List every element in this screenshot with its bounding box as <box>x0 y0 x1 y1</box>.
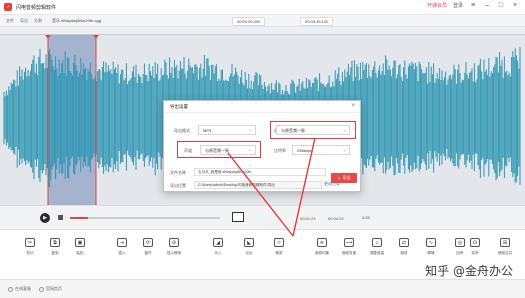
tool-label: 裁剪 <box>275 251 283 255</box>
login-button[interactable]: 登录 <box>453 2 463 9</box>
volume-icon: ♫ <box>372 238 382 247</box>
format-select[interactable]: MP3 ⌄ <box>198 125 256 135</box>
watermark: 知乎 @金舟办公 <box>425 264 513 278</box>
menu-split[interactable]: 分割 <box>34 18 42 24</box>
dialog-title: 导出设置 <box>170 103 188 109</box>
tool-label: 音频均衡 <box>314 251 330 255</box>
tool-label: 音频合并 <box>497 251 513 255</box>
export-button[interactable]: ⇪ 导出 <box>331 173 357 183</box>
chevron-down-icon: ⌄ <box>248 127 252 132</box>
scissors-icon: ✂ <box>25 238 35 247</box>
tool-label: 插入静音 <box>166 251 182 255</box>
bitrate-select[interactable]: 256kbps ⌄ <box>292 145 350 155</box>
status-bar: 在线客服 官网首页 <box>0 279 525 298</box>
tool-trim[interactable]: ⌑ 裁剪 <box>264 238 294 256</box>
noise-icon: ∿ <box>426 238 436 247</box>
app-logo-icon: ♪ <box>4 3 12 11</box>
export-path-label: 导出位置 <box>170 183 186 188</box>
title-actions: 开通会员 登录 ≡ – □ × <box>427 2 519 9</box>
service-icon <box>8 286 13 292</box>
marker-button[interactable] <box>232 212 244 222</box>
trim-icon: ⌑ <box>274 238 284 247</box>
paste-icon: ▣ <box>75 238 85 247</box>
file-name-input[interactable]: 五月天_我是谁 #MaydayBlue20th <box>194 168 326 176</box>
tool-label: 淡入 <box>214 251 222 255</box>
silence-icon: ⊘ <box>169 238 179 247</box>
tool-reverse[interactable]: ⇄ 倒放 <box>389 238 419 256</box>
tool-label: 降噪 <box>427 251 435 255</box>
tool-label: 变声 <box>471 251 479 255</box>
menu-export[interactable]: 导出 <box>20 18 28 24</box>
speed-icon: ⟿ <box>344 238 354 247</box>
selection-start-time[interactable]: 00:00:00.000 <box>232 17 266 26</box>
stop-button[interactable] <box>58 215 63 220</box>
tool-merge[interactable]: ⊞ 音频合并 <box>490 238 520 256</box>
menu-file[interactable]: 文件 <box>6 18 14 24</box>
tool-paste[interactable]: ▣ 粘贴 <box>65 238 95 256</box>
export-icon: ⇪ <box>337 175 341 181</box>
tool-fade-in[interactable]: ◢ 淡入 <box>203 238 233 256</box>
tool-label: 音频变速 <box>341 251 357 255</box>
file-info-bar: 文件 导出 分割 音乐 #MaydayBlue20th.ogg 00:00:00… <box>0 15 525 27</box>
tool-noise[interactable]: ∿ 降噪 <box>416 238 446 256</box>
minimize-icon[interactable]: – <box>483 2 491 9</box>
sample-rate-highlight <box>270 121 356 139</box>
app-title: 闪电音频剪辑软件 <box>16 4 57 11</box>
close-icon[interactable]: × <box>351 103 355 109</box>
current-time: 00:01:23 <box>300 216 316 221</box>
homepage-link[interactable]: 官网首页 <box>39 286 62 292</box>
channel-highlight <box>177 141 261 158</box>
tool-silence[interactable]: ⊘ 插入静音 <box>159 238 189 256</box>
export-settings-dialog: 导出设置 × 导出格式 MP3⌄ 采样率 与原音频一致⌄ 声道 与原音频一致⌄ … <box>163 100 361 192</box>
tool-voice[interactable]: ☊ 变声 <box>460 238 490 256</box>
tool-label: 倒放 <box>400 251 408 255</box>
reverse-icon: ⇄ <box>399 238 409 247</box>
vip-button[interactable]: 开通会员 <box>427 2 447 9</box>
tool-label: 调整音量 <box>369 251 385 255</box>
close-window-icon[interactable]: × <box>511 2 519 9</box>
loop-icon: ⟳ <box>143 238 153 247</box>
online-service-link[interactable]: 在线客服 <box>8 286 31 292</box>
bitrate-label: 比特率 <box>274 148 286 153</box>
tool-speed[interactable]: ⟿ 音频变速 <box>334 238 364 256</box>
export-label: 导出 <box>342 175 351 180</box>
tool-volume[interactable]: ♫ 调整音量 <box>362 238 392 256</box>
chevron-down-icon: ⌄ <box>342 147 346 152</box>
tool-label: 淡出 <box>245 251 253 255</box>
homepage-label: 官网首页 <box>46 286 62 291</box>
menu-icon[interactable]: ≡ <box>469 2 477 9</box>
total-time: 00:04:33 <box>328 216 344 221</box>
zoom-level[interactable]: 4:33 <box>362 215 370 220</box>
tool-label: 粘贴 <box>76 251 84 255</box>
bitrate-value: 256kbps <box>297 148 313 153</box>
play-icon: ▶ <box>43 215 47 221</box>
merge-icon: ⊞ <box>500 238 510 247</box>
format-label: 导出格式 <box>174 128 190 133</box>
tool-eq[interactable]: ≋ 音频均衡 <box>307 238 337 256</box>
file-name: 音乐 #MaydayBlue20th.ogg <box>52 17 101 23</box>
fade-out-icon: ◣ <box>244 238 254 247</box>
maximize-icon[interactable]: □ <box>497 2 505 9</box>
transport-bar: ▶ 00:01:23 00:04:33 4:33 <box>0 205 525 229</box>
playback-progress[interactable] <box>70 217 220 219</box>
home-icon <box>39 286 44 292</box>
voice-icon: ☊ <box>470 238 480 247</box>
insert-icon: ⇥ <box>117 238 127 247</box>
eq-icon: ≋ <box>317 238 327 247</box>
title-bar: ♪ 闪电音频剪辑软件 开通会员 登录 ≡ – □ × <box>0 0 525 15</box>
format-value: MP3 <box>203 128 212 133</box>
progress-fill <box>70 217 88 219</box>
fade-in-icon: ◢ <box>213 238 223 247</box>
dialog-header: 导出设置 <box>164 101 360 113</box>
online-service-label: 在线客服 <box>15 286 31 291</box>
tool-fade-out[interactable]: ◣ 淡出 <box>234 238 264 256</box>
selection-end-time[interactable]: 00:03:45.120 <box>300 17 334 26</box>
file-name-label: 文件名称 <box>170 170 186 175</box>
play-button[interactable]: ▶ <box>40 213 50 223</box>
export-path-field: C:\Users\admin\Desktop\闪电音频剪辑软件\导出 <box>194 181 322 189</box>
copy-icon: ⧉ <box>50 238 60 247</box>
